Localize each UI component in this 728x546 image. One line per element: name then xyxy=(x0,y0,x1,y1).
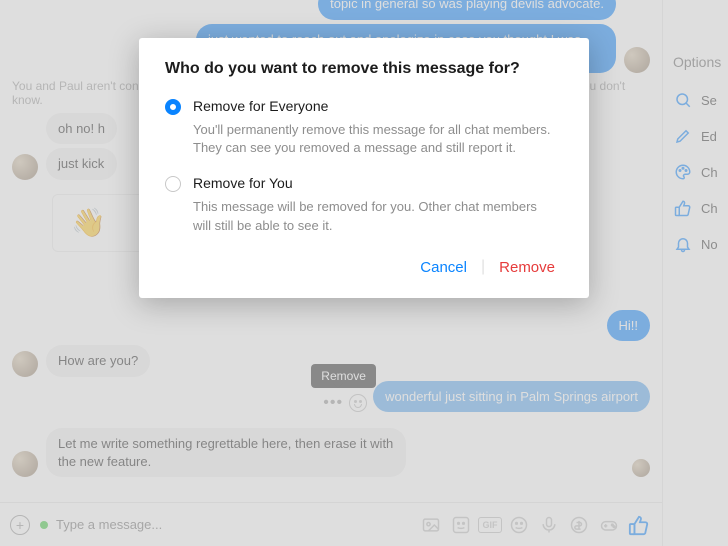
modal-option-description: You'll permanently remove this message f… xyxy=(193,121,553,157)
modal-option-you[interactable]: Remove for You xyxy=(165,175,563,192)
action-separator: | xyxy=(475,258,491,276)
radio-unselected-icon[interactable] xyxy=(165,176,181,192)
remove-button[interactable]: Remove xyxy=(491,253,563,282)
modal-overlay[interactable]: Who do you want to remove this message f… xyxy=(0,0,728,546)
modal-option-description: This message will be removed for you. Ot… xyxy=(193,198,553,234)
remove-message-modal: Who do you want to remove this message f… xyxy=(139,38,589,298)
modal-option-everyone[interactable]: Remove for Everyone xyxy=(165,98,563,115)
radio-selected-icon[interactable] xyxy=(165,99,181,115)
modal-option-label: Remove for Everyone xyxy=(193,98,328,114)
modal-option-label: Remove for You xyxy=(193,175,293,191)
modal-actions: Cancel | Remove xyxy=(165,253,563,282)
modal-title: Who do you want to remove this message f… xyxy=(165,60,563,78)
cancel-button[interactable]: Cancel xyxy=(412,253,475,282)
